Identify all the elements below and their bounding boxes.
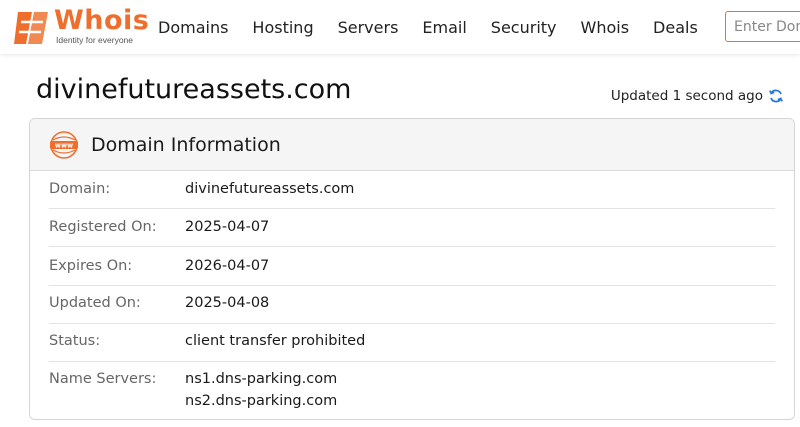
row-label: Name Servers:: [49, 371, 157, 387]
svg-text:www: www: [55, 141, 73, 149]
row-divider: [49, 285, 775, 286]
nav-item-servers[interactable]: Servers: [326, 18, 411, 37]
nav-item-security[interactable]: Security: [479, 18, 569, 37]
row-divider: [49, 323, 775, 324]
brand-name: Whois: [54, 5, 150, 36]
nav-item-deals[interactable]: Deals: [641, 18, 710, 37]
page-title: divinefutureassets.com: [36, 74, 352, 105]
domain-info-card: www Domain Information Domain: divinefut…: [29, 118, 795, 420]
www-icon: www: [50, 130, 78, 159]
name-server-2: ns2.dns-parking.com: [185, 393, 338, 409]
row-value: 2025-04-08: [185, 295, 270, 311]
row-label: Domain:: [49, 181, 111, 197]
brand-tagline: Identity for everyone: [56, 35, 134, 45]
name-server-1: ns1.dns-parking.com: [185, 371, 338, 387]
row-divider: [49, 208, 775, 209]
card-header: www Domain Information: [30, 119, 794, 171]
main-nav: Domains Hosting Servers Email Security W…: [146, 0, 710, 54]
nav-item-email[interactable]: Email: [410, 18, 478, 37]
row-value: 2025-04-07: [185, 219, 270, 235]
nav-item-whois[interactable]: Whois: [569, 18, 642, 37]
row-label: Registered On:: [49, 219, 157, 235]
row-value: divinefutureassets.com: [185, 181, 355, 197]
whois-logo[interactable]: Whois Identity for everyone: [12, 6, 149, 48]
row-divider: [49, 361, 775, 362]
row-value: client transfer prohibited: [185, 333, 366, 349]
row-label: Updated On:: [49, 295, 141, 311]
refresh-icon[interactable]: [768, 88, 784, 104]
row-divider: [49, 246, 775, 247]
row-label: Status:: [49, 333, 101, 349]
row-value: 2026-04-07: [185, 258, 270, 274]
nav-item-hosting[interactable]: Hosting: [240, 18, 325, 37]
search-input[interactable]: [725, 11, 800, 42]
top-navbar: Whois Identity for everyone Domains Host…: [0, 0, 800, 54]
updated-text: Updated 1 second ago: [610, 88, 763, 104]
card-title: Domain Information: [91, 133, 281, 156]
nav-item-domains[interactable]: Domains: [146, 18, 240, 37]
whois-logo-icon: [14, 12, 48, 44]
row-label: Expires On:: [49, 258, 133, 274]
updated-status: Updated 1 second ago: [611, 88, 784, 104]
